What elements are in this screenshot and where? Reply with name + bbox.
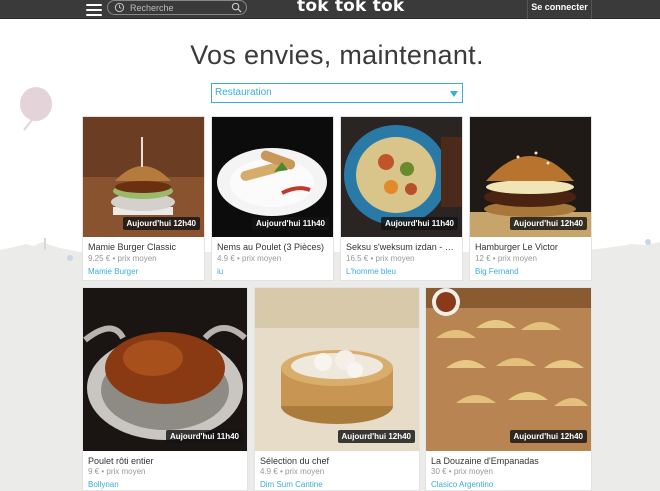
availability-badge: Aujourd'hui 11h40 xyxy=(165,430,243,443)
availability-badge: Aujourd'hui 12h40 xyxy=(122,217,200,230)
product-name[interactable]: Seksu s'weksum izdan - Co... xyxy=(346,242,458,252)
product-name[interactable]: Hamburger Le Victor xyxy=(475,242,587,252)
restaurant-link[interactable]: Mamie Burger xyxy=(88,267,138,276)
balloon-illustration xyxy=(20,87,52,131)
page-title: Vos envies, maintenant. xyxy=(190,40,484,70)
restaurant-link[interactable]: Dim Sum Cantine xyxy=(260,480,323,489)
restaurant-link[interactable]: iu xyxy=(217,267,223,276)
search-icon[interactable] xyxy=(231,2,242,13)
availability-badge: Aujourd'hui 12h40 xyxy=(509,217,587,230)
category-select[interactable]: Restauration xyxy=(211,83,463,103)
logo[interactable]: tok tok tok xyxy=(297,0,404,16)
product-price: 9.25 € • prix moyen xyxy=(88,254,157,263)
product-card[interactable]: Aujourd'hui 11h40 Nems au Poulet (3 Pièc… xyxy=(211,116,334,281)
product-name[interactable]: Sélection du chef xyxy=(260,456,415,466)
product-image[interactable] xyxy=(255,288,419,451)
product-card[interactable]: Aujourd'hui 12h40 La Douzaine d'Empanada… xyxy=(425,287,592,491)
product-image[interactable] xyxy=(426,288,591,451)
product-card[interactable]: Aujourd'hui 12h40 Hamburger Le Victor 12… xyxy=(469,116,592,281)
login-button[interactable]: Se connecter xyxy=(527,0,592,19)
availability-badge: Aujourd'hui 12h40 xyxy=(337,430,415,443)
product-card[interactable]: Aujourd'hui 12h40 Mamie Burger Classic 9… xyxy=(82,116,205,281)
search-input[interactable] xyxy=(130,1,230,14)
product-card[interactable]: Aujourd'hui 11h40 Poulet rôti entier 9 €… xyxy=(82,287,248,491)
product-price: 9 € • prix moyen xyxy=(88,467,146,476)
product-price: 4.9 € • prix moyen xyxy=(217,254,282,263)
product-name[interactable]: Poulet rôti entier xyxy=(88,456,243,466)
product-image[interactable] xyxy=(83,288,247,451)
product-card[interactable]: Aujourd'hui 11h40 Seksu s'weksum izdan -… xyxy=(340,116,463,281)
restaurant-link[interactable]: Bollynan xyxy=(88,480,119,489)
product-name[interactable]: La Douzaine d'Empanadas xyxy=(431,456,586,466)
product-card[interactable]: Aujourd'hui 12h40 Sélection du chef 4.9 … xyxy=(254,287,420,491)
chevron-down-icon[interactable] xyxy=(450,91,458,97)
product-price: 12 € • prix moyen xyxy=(475,254,537,263)
restaurant-link[interactable]: Big Fernand xyxy=(475,267,519,276)
availability-badge: Aujourd'hui 11h40 xyxy=(251,217,329,230)
availability-badge: Aujourd'hui 12h40 xyxy=(509,430,587,443)
search-box[interactable] xyxy=(107,0,247,15)
top-bar: tok tok tok Se connecter xyxy=(0,0,660,19)
product-name[interactable]: Nems au Poulet (3 Pièces) xyxy=(217,242,329,252)
product-price: 30 € • prix moyen xyxy=(431,467,493,476)
product-name[interactable]: Mamie Burger Classic xyxy=(88,242,200,252)
category-select-value: Restauration xyxy=(215,87,272,98)
availability-badge: Aujourd'hui 11h40 xyxy=(380,217,458,230)
product-price: 16.5 € • prix moyen xyxy=(346,254,415,263)
location-icon[interactable] xyxy=(114,2,125,13)
restaurant-link[interactable]: L'homme bleu xyxy=(346,267,396,276)
restaurant-link[interactable]: Clasico Argentino xyxy=(431,480,493,489)
menu-icon[interactable] xyxy=(86,1,102,17)
product-price: 4.9 € • prix moyen xyxy=(260,467,325,476)
